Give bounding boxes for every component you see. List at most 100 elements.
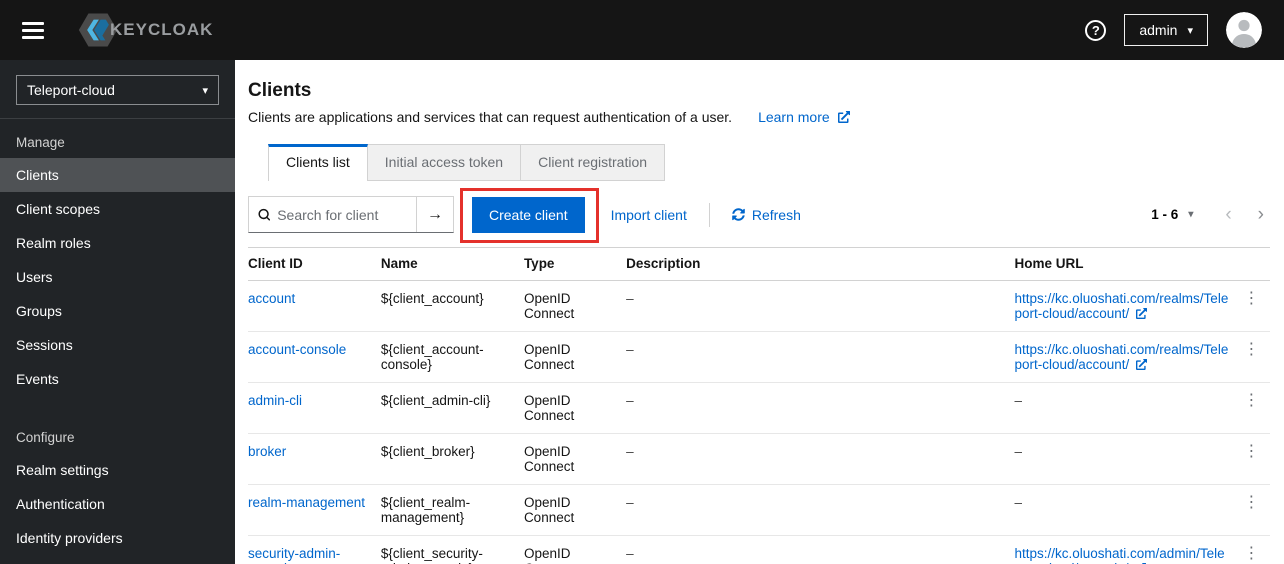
sidebar-item-groups[interactable]: Groups [0,294,235,328]
sidebar-item-identity-providers[interactable]: Identity providers [0,521,235,555]
nav-section-configure: Configure Realm settings Authentication … [0,414,235,555]
sidebar-item-label: Identity providers [16,530,123,546]
chevron-down-icon: ▾ [202,84,208,97]
avatar[interactable] [1226,12,1262,48]
col-header-client-id: Client ID [248,247,381,281]
tab-client-registration[interactable]: Client registration [521,144,666,181]
client-name: ${client_account-console} [380,342,484,372]
tab-clients-list[interactable]: Clients list [268,144,368,181]
page-title: Clients [248,80,312,101]
row-actions-kebab-icon[interactable]: ⋮ [1239,342,1263,358]
row-actions-kebab-icon[interactable]: ⋮ [1239,444,1263,460]
client-name: ${client_admin-cli} [380,393,491,408]
sidebar-item-label: Realm settings [16,462,109,478]
import-client-link[interactable]: Import client [611,207,687,223]
home-url-empty: – [1014,495,1022,510]
client-id-link[interactable]: security-admin-console [248,546,340,564]
sidebar-item-label: Clients [16,167,59,183]
sidebar-item-label: Events [16,371,59,387]
user-menu-dropdown[interactable]: admin ▾ [1124,14,1208,46]
client-name: ${client_account} [380,291,484,306]
sidebar-item-client-scopes[interactable]: Client scopes [0,192,235,226]
client-description: – [626,546,634,561]
sidebar-item-label: Authentication [16,496,105,512]
page-subtitle: Clients are applications and services th… [248,109,733,125]
search-submit-button[interactable]: → [416,197,453,232]
client-id-link[interactable]: admin-cli [248,393,302,408]
client-type: OpenID Connect [523,393,575,423]
pagination-range-dropdown[interactable]: 1 - 6 ▾ [1151,207,1193,222]
client-name: ${client_broker} [380,444,475,459]
realm-selector-label: Teleport-cloud [27,82,115,98]
search-input[interactable] [277,206,407,223]
import-client-label: Import client [610,206,687,223]
client-name: ${client_security-admin-console} [380,546,483,564]
home-url-link[interactable]: https://kc.oluoshati.com/admin/Teleport-… [1014,546,1225,564]
tab-bar: Clients list Initial access token Client… [268,144,1270,181]
client-type: OpenID Connect [523,444,575,474]
table-row: security-admin-console ${client_security… [248,535,1270,564]
row-actions-kebab-icon[interactable]: ⋮ [1239,291,1263,307]
row-actions-kebab-icon[interactable]: ⋮ [1239,393,1263,409]
client-description: – [626,342,634,357]
client-description: – [626,495,634,510]
home-url-link[interactable]: https://kc.oluoshati.com/realms/Teleport… [1014,291,1228,321]
client-description: – [626,393,634,408]
search-icon [258,208,271,221]
chevron-down-icon: ▾ [1188,209,1194,220]
sidebar-item-clients[interactable]: Clients [0,158,235,192]
nav-section-manage: Manage Clients Client scopes Realm roles… [0,119,235,396]
clients-toolbar: → Create client Import client Refresh [248,187,1270,243]
sidebar-item-sessions[interactable]: Sessions [0,328,235,362]
client-name: ${client_realm-management} [380,495,471,525]
sidebar-item-authentication[interactable]: Authentication [0,487,235,521]
home-url-link[interactable]: https://kc.oluoshati.com/realms/Teleport… [1014,342,1228,372]
client-type: OpenID Connect [523,495,575,525]
client-id-link[interactable]: broker [248,444,286,459]
help-icon[interactable]: ? [1085,19,1107,41]
client-type: OpenID Connect [523,546,574,564]
sidebar-item-label: Realm roles [16,235,91,251]
keycloak-admin-console: KEYCLOAK ? admin ▾ Teleport-cloud ▾ Mana… [0,0,1284,564]
tab-initial-access-token[interactable]: Initial access token [367,144,522,181]
search-group: → [248,196,454,233]
create-client-button[interactable]: Create client [472,196,585,233]
learn-more-link[interactable]: Learn more [758,109,850,125]
learn-more-label: Learn more [758,109,830,125]
row-actions-kebab-icon[interactable]: ⋮ [1239,495,1263,511]
nav-toggle-hamburger-icon[interactable] [22,21,44,39]
client-description: – [626,291,634,306]
clients-table: Client ID Name Type Description Home URL… [248,247,1270,564]
sidebar-item-label: Groups [16,303,62,319]
table-row: broker ${client_broker} OpenID Connect –… [248,433,1270,485]
client-id-link[interactable]: realm-management [248,495,365,510]
refresh-button[interactable]: Refresh [732,207,801,223]
refresh-label: Refresh [751,206,801,223]
home-url-empty: – [1014,393,1022,408]
table-row: account ${client_account} OpenID Connect… [248,280,1270,332]
client-id-link[interactable]: account [248,291,295,306]
pagination-prev-button[interactable]: ‹ [1219,205,1237,224]
col-header-description: Description [626,247,1015,281]
pagination-next-button[interactable]: › [1252,205,1270,224]
sidebar-item-realm-settings[interactable]: Realm settings [0,453,235,487]
col-header-name: Name [380,247,524,281]
username: admin [1139,22,1178,38]
sidebar-item-users[interactable]: Users [0,260,235,294]
clients-page: Clients Clients are applications and ser… [235,60,1284,564]
row-actions-kebab-icon[interactable]: ⋮ [1239,546,1263,562]
chevron-right-icon: › [1257,204,1264,225]
nav-section-title: Manage [16,135,65,150]
sidebar-item-realm-roles[interactable]: Realm roles [0,226,235,260]
sidebar-item-events[interactable]: Events [0,362,235,396]
nav-section-title: Configure [16,430,75,445]
sidebar-item-label: Users [16,269,53,285]
client-id-link[interactable]: account-console [248,342,346,357]
tab-label: Client registration [538,154,648,170]
pagination-top: 1 - 6 ▾ ‹ › [1151,205,1270,224]
realm-selector[interactable]: Teleport-cloud ▾ [16,75,219,105]
external-link-icon [1136,307,1148,319]
col-header-type: Type [523,247,627,281]
refresh-icon [732,208,745,221]
tab-label: Initial access token [384,154,504,170]
